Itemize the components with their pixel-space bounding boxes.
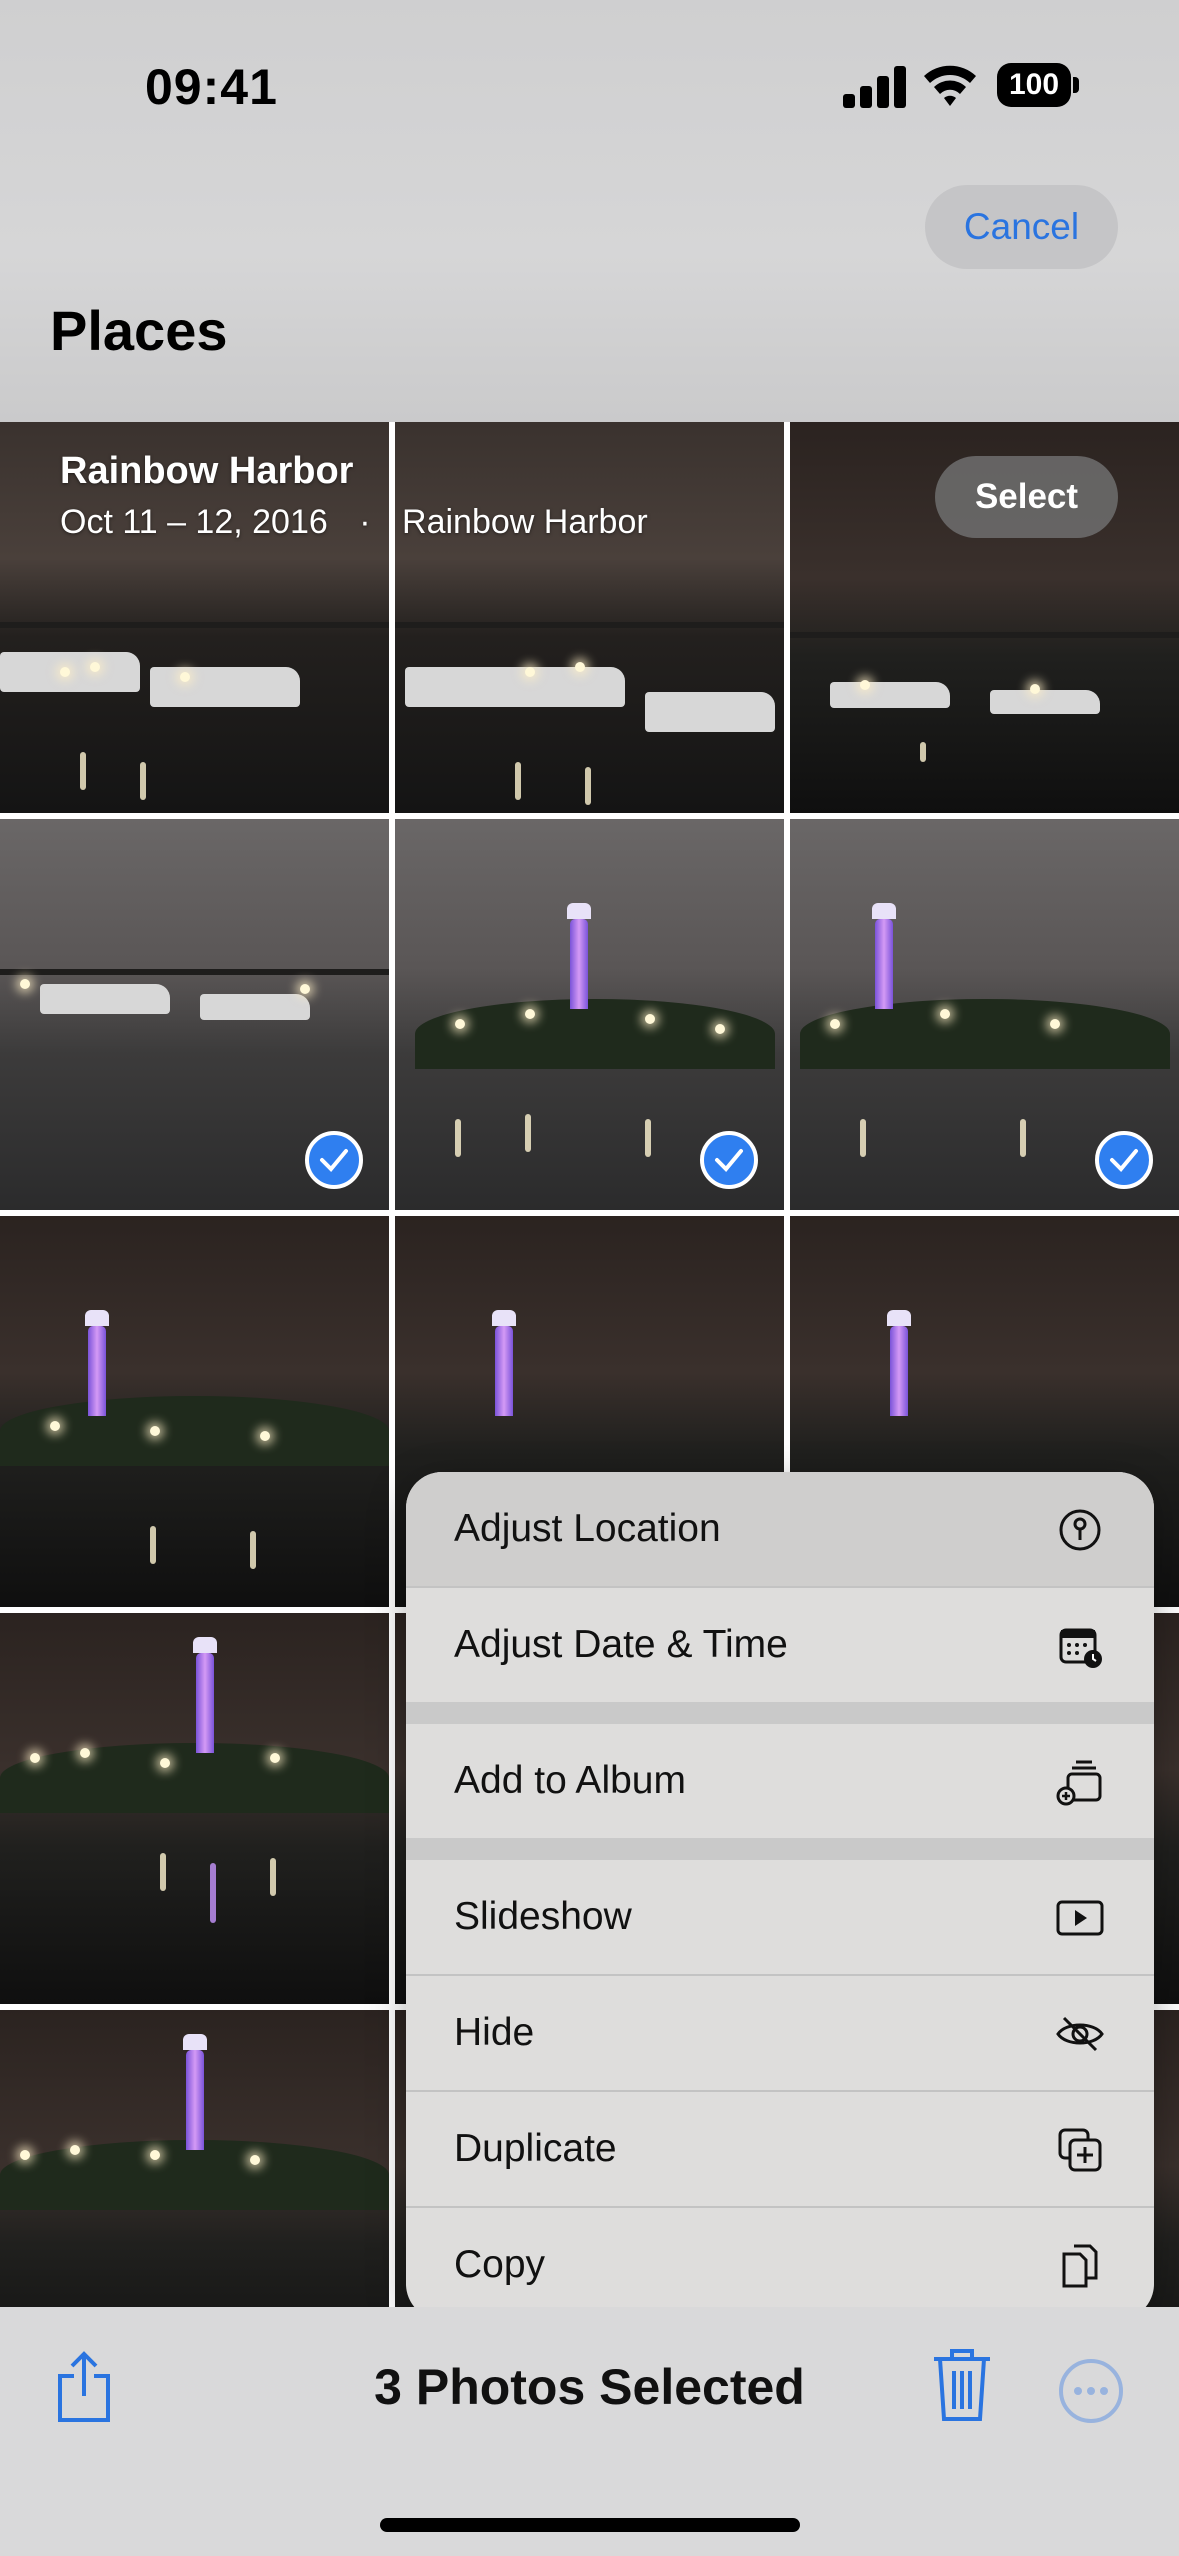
play-rectangle-icon: [1056, 1900, 1104, 1936]
menu-item-hide[interactable]: Hide: [406, 1976, 1154, 2090]
menu-item-label: Duplicate: [454, 2127, 617, 2170]
context-menu: Adjust Location Adjust Date & Time Add t…: [406, 1472, 1154, 2320]
photo-tile[interactable]: [0, 1216, 389, 1607]
menu-item-copy[interactable]: Copy: [406, 2208, 1154, 2320]
trash-icon[interactable]: [930, 2345, 994, 2425]
checkmark-selected-icon: [305, 1131, 363, 1189]
calendar-clock-icon: [1059, 1628, 1102, 1668]
menu-item-label: Adjust Location: [454, 1507, 721, 1550]
selection-count: 3 Photos Selected: [374, 2359, 805, 2415]
menu-item-adjust-location[interactable]: Adjust Location: [406, 1472, 1154, 1586]
section-separator: ·: [359, 503, 371, 541]
photo-tile-selected[interactable]: [0, 819, 389, 1210]
menu-item-add-to-album[interactable]: Add to Album: [406, 1724, 1154, 1838]
menu-item-label: Hide: [454, 2011, 535, 2054]
photo-tile-selected[interactable]: [395, 819, 784, 1210]
select-button[interactable]: Select: [935, 456, 1118, 538]
duplicate-icon: [1058, 2128, 1102, 2172]
wifi-icon: [920, 60, 980, 108]
ellipsis-circle-icon[interactable]: [1058, 2358, 1124, 2424]
cancel-button[interactable]: Cancel: [925, 185, 1118, 269]
photo-tile[interactable]: [395, 422, 784, 813]
eye-slash-icon: [1056, 2016, 1104, 2052]
menu-item-label: Add to Album: [454, 1759, 686, 1802]
photo-tile[interactable]: [0, 1613, 389, 2004]
photo-tile[interactable]: [0, 2010, 389, 2307]
checkmark-selected-icon: [1095, 1131, 1153, 1189]
add-to-album-icon: [1056, 1760, 1102, 1806]
checkmark-selected-icon: [700, 1131, 758, 1189]
cellular-signal-icon: [843, 64, 906, 108]
status-time: 09:41: [145, 59, 278, 115]
menu-item-label: Copy: [454, 2243, 546, 2286]
page-title: Places: [50, 299, 228, 362]
location-pin-circle-icon: [1059, 1509, 1101, 1551]
section-location: Rainbow Harbor: [402, 503, 648, 541]
battery-level: 100: [997, 63, 1071, 107]
section-date-range: Oct 11 – 12, 2016: [60, 503, 328, 541]
menu-item-slideshow[interactable]: Slideshow: [406, 1860, 1154, 1974]
menu-item-duplicate[interactable]: Duplicate: [406, 2092, 1154, 2206]
photo-tile-selected[interactable]: [790, 819, 1179, 1210]
menu-item-adjust-date-time[interactable]: Adjust Date & Time: [406, 1588, 1154, 1702]
battery-icon: 100: [997, 63, 1079, 107]
copy-documents-icon: [1062, 2244, 1098, 2288]
home-indicator: [380, 2518, 800, 2532]
menu-item-label: Adjust Date & Time: [454, 1623, 788, 1666]
section-title: Rainbow Harbor: [60, 450, 354, 492]
section-subtitle: Oct 11 – 12, 2016 · Rainbow Harbor: [60, 503, 648, 542]
menu-item-label: Slideshow: [454, 1895, 632, 1938]
